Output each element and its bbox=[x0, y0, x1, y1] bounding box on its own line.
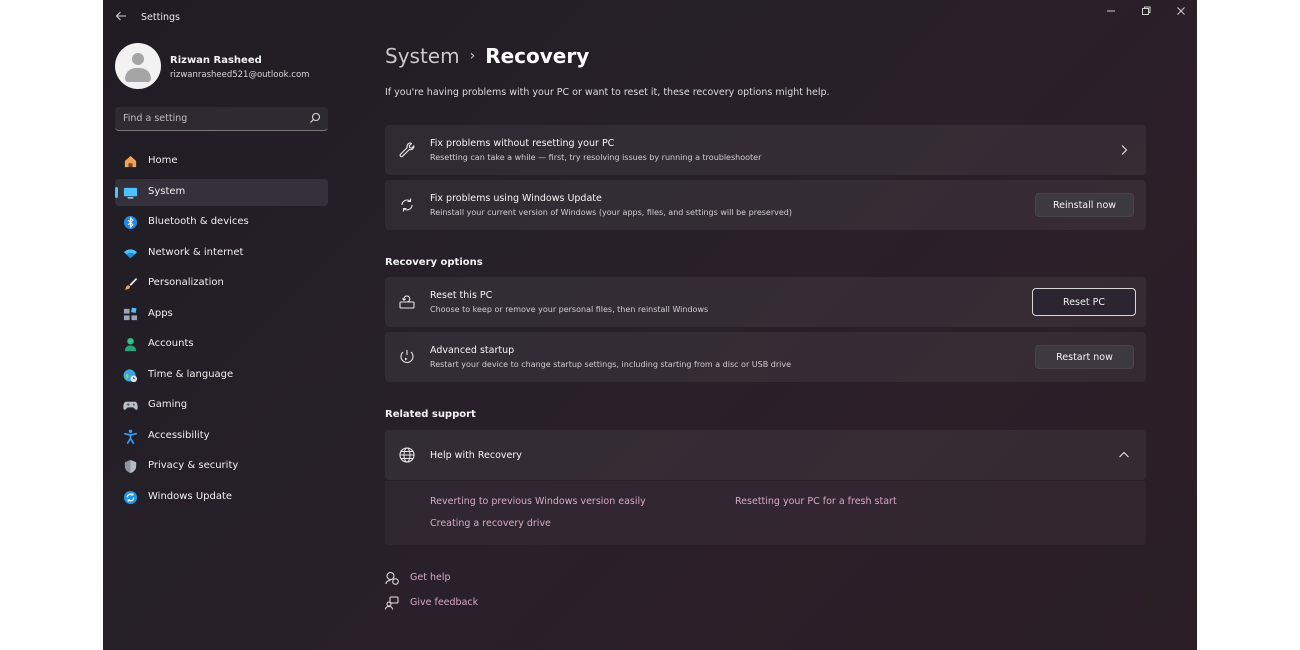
arrow-left-icon bbox=[115, 11, 126, 21]
sidebar-item-system[interactable]: System bbox=[115, 178, 328, 206]
sidebar-item-label: Accessibility bbox=[148, 429, 210, 441]
search-icon[interactable] bbox=[309, 112, 321, 124]
wrench-icon bbox=[399, 142, 415, 158]
advanced-startup-card: Advanced startup Restart your device to … bbox=[385, 332, 1146, 382]
sidebar-item-gaming[interactable]: Gaming bbox=[115, 392, 328, 419]
reset-pc-card: Reset this PC Choose to keep or remove y… bbox=[385, 277, 1146, 327]
sidebar-item-label: Network & internet bbox=[148, 246, 244, 258]
card-title: Advanced startup bbox=[430, 345, 515, 356]
sidebar-item-label: Home bbox=[148, 155, 178, 166]
reset-pc-icon bbox=[399, 295, 415, 309]
user-email: rizwanrasheed521@outlook.com bbox=[170, 70, 310, 80]
wifi-icon bbox=[123, 248, 138, 258]
help-with-recovery-header[interactable]: Help with Recovery bbox=[385, 430, 1146, 480]
sidebar-item-label: Time & language bbox=[148, 368, 234, 380]
breadcrumb: System › Recovery bbox=[385, 44, 589, 68]
title-bar: Settings bbox=[103, 0, 1197, 36]
recovery-options-heading: Recovery options bbox=[385, 257, 483, 268]
back-button[interactable] bbox=[113, 10, 129, 26]
gamepad-icon bbox=[123, 401, 138, 410]
help-link[interactable]: Resetting your PC for a fresh start bbox=[735, 496, 897, 507]
reset-pc-button[interactable]: Reset PC bbox=[1032, 288, 1136, 316]
globe-icon bbox=[399, 447, 415, 463]
sidebar-item-privacy-security[interactable]: Privacy & security bbox=[115, 453, 328, 480]
sidebar-item-bluetooth[interactable]: Bluetooth & devices bbox=[115, 209, 328, 236]
sidebar-item-personalization[interactable]: Personalization bbox=[115, 270, 328, 297]
accounts-icon bbox=[124, 337, 137, 352]
sidebar-item-label: Personalization bbox=[148, 277, 224, 288]
accessibility-icon bbox=[124, 429, 137, 444]
related-support-heading: Related support bbox=[385, 409, 476, 420]
app-title: Settings bbox=[141, 12, 180, 23]
help-links-panel: Reverting to previous Windows version ea… bbox=[385, 481, 1146, 545]
fix-windows-update-card: Fix problems using Windows Update Reinst… bbox=[385, 180, 1146, 230]
card-description: Restart your device to change startup se… bbox=[430, 360, 791, 369]
card-title: Fix problems without resetting your PC bbox=[430, 138, 615, 149]
intro-text: If you're having problems with your PC o… bbox=[385, 87, 830, 98]
reinstall-now-button[interactable]: Reinstall now bbox=[1035, 193, 1134, 217]
help-link[interactable]: Reverting to previous Windows version ea… bbox=[430, 496, 646, 507]
sidebar-item-accessibility[interactable]: Accessibility bbox=[115, 423, 328, 450]
sidebar-item-accounts[interactable]: Accounts bbox=[115, 331, 328, 358]
card-title: Fix problems using Windows Update bbox=[430, 193, 602, 204]
card-description: Reinstall your current version of Window… bbox=[430, 208, 792, 217]
search-input[interactable] bbox=[115, 107, 300, 130]
user-name: Rizwan Rasheed bbox=[170, 55, 262, 66]
sidebar-item-time-language[interactable]: Time & language bbox=[115, 362, 328, 389]
card-title: Reset this PC bbox=[430, 290, 493, 301]
chevron-right-icon bbox=[1121, 145, 1128, 155]
shield-icon bbox=[124, 459, 137, 474]
sidebar-nav: Home System Bluetooth & devices Network … bbox=[115, 148, 328, 514]
minimize-icon bbox=[1107, 10, 1115, 12]
sidebar-item-label: Privacy & security bbox=[148, 460, 239, 471]
help-link[interactable]: Creating a recovery drive bbox=[430, 518, 551, 529]
minimize-button[interactable] bbox=[1096, 4, 1126, 22]
brush-icon bbox=[124, 277, 138, 290]
advanced-startup-icon bbox=[400, 350, 414, 363]
sidebar-item-windows-update[interactable]: Windows Update bbox=[115, 484, 328, 511]
system-icon bbox=[123, 187, 138, 199]
sidebar-item-label: Gaming bbox=[148, 399, 188, 410]
close-icon bbox=[1177, 7, 1185, 15]
sidebar-item-home[interactable]: Home bbox=[115, 148, 328, 175]
breadcrumb-separator: › bbox=[469, 48, 476, 64]
avatar bbox=[115, 43, 161, 89]
give-feedback-label: Give feedback bbox=[410, 597, 479, 608]
feedback-icon bbox=[385, 596, 399, 610]
user-profile[interactable]: Rizwan Rasheed rizwanrasheed521@outlook.… bbox=[115, 42, 345, 90]
page-title: Recovery bbox=[485, 44, 590, 68]
bluetooth-icon bbox=[123, 215, 138, 230]
card-description: Choose to keep or remove your personal f… bbox=[430, 305, 709, 314]
maximize-button[interactable] bbox=[1131, 4, 1161, 22]
close-button[interactable] bbox=[1166, 4, 1196, 22]
sidebar-item-label: Apps bbox=[148, 307, 173, 319]
globe-clock-icon bbox=[123, 368, 138, 382]
chevron-up-icon bbox=[1119, 451, 1129, 458]
get-help-label: Get help bbox=[410, 572, 451, 583]
card-title: Help with Recovery bbox=[430, 450, 522, 461]
sidebar-item-label: Accounts bbox=[148, 338, 194, 349]
sidebar-item-label: Windows Update bbox=[148, 490, 233, 502]
search-box bbox=[115, 107, 328, 131]
home-icon bbox=[124, 155, 137, 168]
update-icon bbox=[123, 490, 138, 504]
sidebar-item-network[interactable]: Network & internet bbox=[115, 240, 328, 267]
restart-now-button[interactable]: Restart now bbox=[1035, 345, 1134, 369]
sidebar-item-label: System bbox=[148, 185, 186, 197]
sidebar-item-apps[interactable]: Apps bbox=[115, 301, 328, 328]
refresh-icon bbox=[401, 198, 413, 212]
fix-without-reset-card[interactable]: Fix problems without resetting your PC R… bbox=[385, 125, 1146, 175]
card-description: Resetting can take a while — first, try … bbox=[430, 153, 762, 162]
breadcrumb-parent[interactable]: System bbox=[385, 44, 460, 68]
sidebar-item-label: Bluetooth & devices bbox=[148, 216, 249, 227]
apps-icon bbox=[123, 307, 138, 320]
settings-window: Settings Rizwan Rasheed rizwanrasheed521… bbox=[103, 0, 1197, 650]
help-person-icon bbox=[385, 572, 399, 585]
maximize-icon bbox=[1142, 6, 1151, 15]
